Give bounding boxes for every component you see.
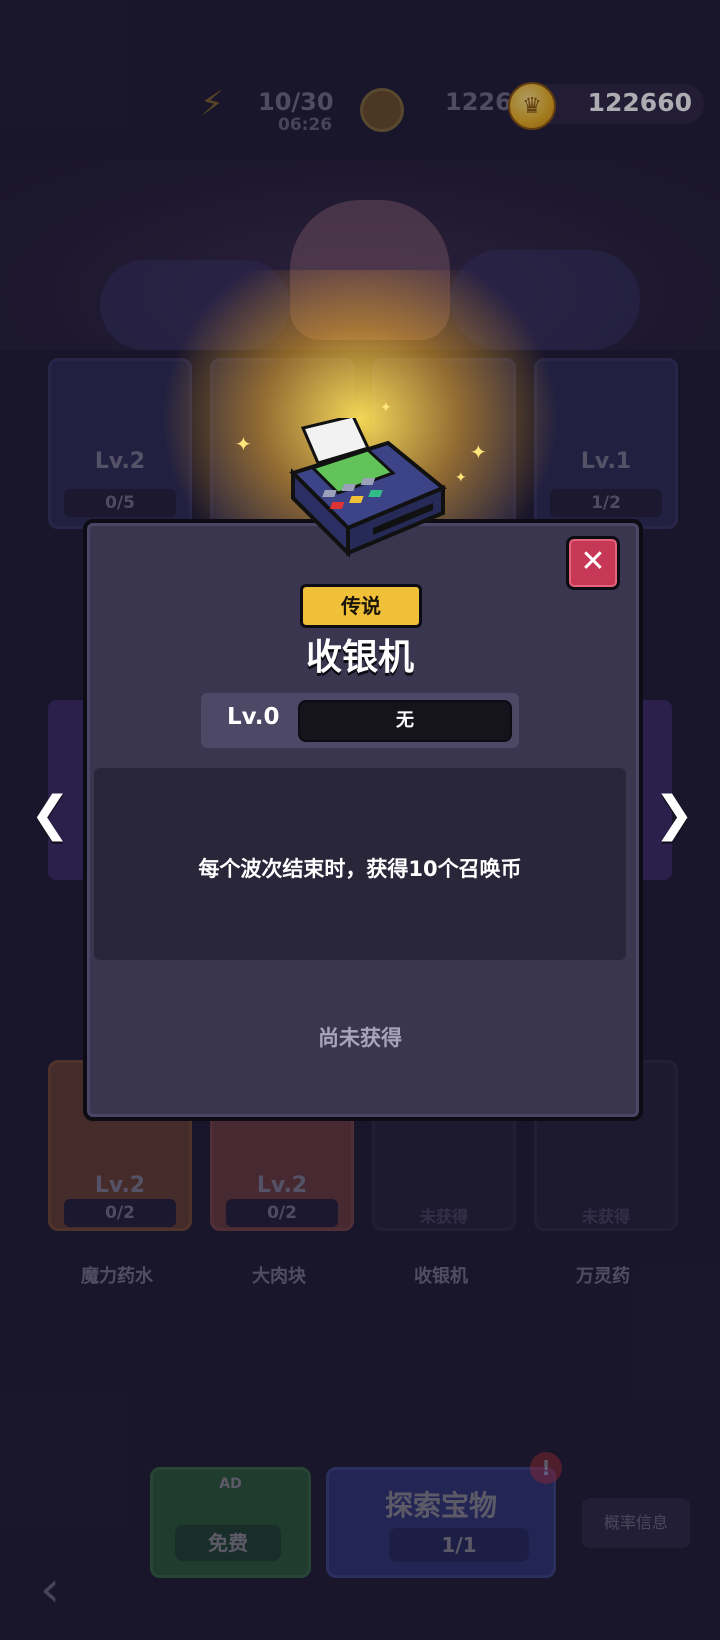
sparkle-icon: ✦ [470,440,487,464]
rarity-badge: 传说 [300,584,422,628]
acquire-status: 尚未获得 [318,1026,402,1050]
level-label: Lv.0 [227,704,280,730]
next-item-arrow-icon[interactable]: ❯ [654,786,694,842]
item-title: 收银机 [305,637,414,678]
level-effect-bar: 无 [298,700,512,742]
close-button[interactable]: ✕ [566,536,620,590]
sparkle-icon: ✦ [455,470,467,486]
cash-register-icon [289,418,447,558]
prev-item-arrow-icon[interactable]: ❮ [30,786,70,842]
sparkle-icon: ✦ [380,400,392,416]
item-description: 每个波次结束时，获得10个召唤币 [198,857,522,881]
sparkle-icon: ✦ [235,432,252,456]
